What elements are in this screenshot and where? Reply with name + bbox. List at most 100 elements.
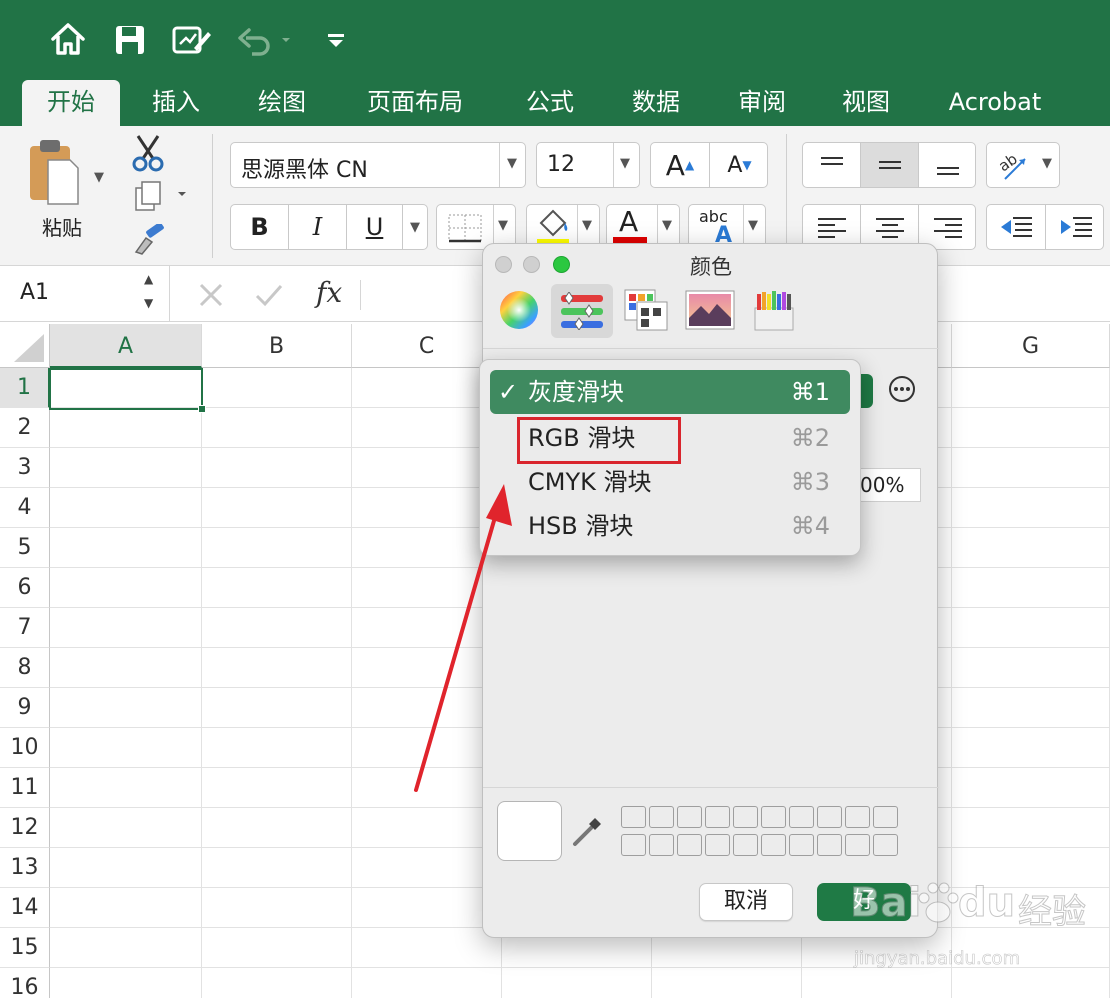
row-header[interactable]: 8 xyxy=(0,648,50,688)
brightness-percent-field[interactable]: 00% xyxy=(855,468,921,502)
row-header[interactable]: 4 xyxy=(0,488,50,528)
custom-color-swatch[interactable] xyxy=(677,806,702,828)
orientation-button[interactable]: ab ▼ xyxy=(986,142,1060,188)
tab-review[interactable]: 审阅 xyxy=(716,80,808,126)
italic-button[interactable]: I xyxy=(289,205,347,249)
font-size-select[interactable]: 12 ▼ xyxy=(536,142,640,188)
undo-icon[interactable] xyxy=(238,26,298,56)
row-header[interactable]: 10 xyxy=(0,728,50,768)
chevron-up-icon[interactable]: ▲ xyxy=(144,272,153,286)
custom-color-swatch[interactable] xyxy=(677,834,702,856)
custom-color-swatch[interactable] xyxy=(761,834,786,856)
custom-color-swatch[interactable] xyxy=(789,834,814,856)
paste-dropdown-icon[interactable]: ▼ xyxy=(94,170,104,185)
cancel-entry-icon[interactable] xyxy=(198,282,224,308)
custom-color-swatch[interactable] xyxy=(649,834,674,856)
tab-draw[interactable]: 绘图 xyxy=(236,80,328,126)
insert-function-icon[interactable]: fx xyxy=(316,276,342,309)
row-header[interactable]: 1 xyxy=(0,368,50,408)
paste-button[interactable]: ▼ 粘贴 xyxy=(26,136,106,240)
more-options-icon[interactable] xyxy=(887,374,917,404)
custom-color-swatch[interactable] xyxy=(817,834,842,856)
decrease-indent-button[interactable] xyxy=(987,205,1046,249)
tab-page-layout[interactable]: 页面布局 xyxy=(350,80,480,126)
decrease-font-label: A xyxy=(727,152,743,178)
font-name-select[interactable]: 思源黑体 CN ▼ xyxy=(230,142,526,188)
cut-icon[interactable] xyxy=(132,134,164,172)
row-header[interactable]: 5 xyxy=(0,528,50,568)
row-header[interactable]: 9 xyxy=(0,688,50,728)
custom-color-swatch[interactable] xyxy=(733,834,758,856)
tab-acrobat[interactable]: Acrobat xyxy=(932,80,1058,126)
edit-icon[interactable] xyxy=(172,24,212,56)
color-sliders-tab[interactable] xyxy=(551,284,613,338)
copy-icon[interactable] xyxy=(134,180,192,212)
name-box[interactable]: A1 ▲ ▼ xyxy=(0,266,170,322)
column-header[interactable]: C xyxy=(352,324,502,368)
increase-font-button[interactable]: A ▲ xyxy=(651,143,710,187)
row-header[interactable]: 6 xyxy=(0,568,50,608)
custom-color-swatch[interactable] xyxy=(705,834,730,856)
current-color-well[interactable] xyxy=(497,801,562,861)
custom-color-swatch[interactable] xyxy=(761,806,786,828)
triangle-down-icon: ▼ xyxy=(742,158,752,172)
custom-color-swatch[interactable] xyxy=(621,834,646,856)
custom-color-swatch[interactable] xyxy=(621,806,646,828)
select-all-corner[interactable] xyxy=(0,324,50,368)
tab-data[interactable]: 数据 xyxy=(610,80,702,126)
row-header[interactable]: 7 xyxy=(0,608,50,648)
column-header[interactable]: A xyxy=(50,324,202,368)
underline-dropdown[interactable]: ▼ xyxy=(403,205,427,249)
custom-color-swatch[interactable] xyxy=(873,834,898,856)
vertical-align-buttons xyxy=(802,142,976,188)
row-header[interactable]: 3 xyxy=(0,448,50,488)
custom-color-swatch[interactable] xyxy=(873,806,898,828)
color-palettes-icon[interactable] xyxy=(623,288,669,332)
tab-formulas[interactable]: 公式 xyxy=(504,80,596,126)
crayons-icon[interactable] xyxy=(753,288,795,332)
formula-divider xyxy=(360,280,361,310)
tab-view[interactable]: 视图 xyxy=(820,80,912,126)
increase-indent-button[interactable] xyxy=(1046,205,1105,249)
color-wheel-icon[interactable] xyxy=(499,290,539,330)
tab-home[interactable]: 开始 xyxy=(22,80,120,126)
cancel-button[interactable]: 取消 xyxy=(699,883,793,921)
menu-item-hsb[interactable]: HSB 滑块 ⌘4 xyxy=(490,504,850,548)
custom-color-swatch[interactable] xyxy=(845,806,870,828)
bold-button[interactable]: B xyxy=(231,205,289,249)
custom-color-swatch[interactable] xyxy=(705,806,730,828)
custom-color-swatch[interactable] xyxy=(817,806,842,828)
custom-color-swatch[interactable] xyxy=(649,806,674,828)
custom-color-swatch[interactable] xyxy=(733,806,758,828)
row-header[interactable]: 13 xyxy=(0,848,50,888)
row-header[interactable]: 12 xyxy=(0,808,50,848)
menu-item-grayscale[interactable]: ✓ 灰度滑块 ⌘1 xyxy=(490,370,850,414)
row-header[interactable]: 14 xyxy=(0,888,50,928)
align-bottom-button[interactable] xyxy=(919,143,977,187)
align-top-button[interactable] xyxy=(803,143,861,187)
underline-button[interactable]: U xyxy=(347,205,403,249)
decrease-font-button[interactable]: A ▼ xyxy=(710,143,769,187)
custom-color-swatch[interactable] xyxy=(845,834,870,856)
tab-insert[interactable]: 插入 xyxy=(130,80,222,126)
customize-icon[interactable] xyxy=(326,32,346,50)
row-header[interactable]: 16 xyxy=(0,968,50,998)
eyedropper-icon[interactable] xyxy=(571,814,605,848)
column-header[interactable]: B xyxy=(202,324,352,368)
format-painter-icon[interactable] xyxy=(132,224,166,256)
column-header[interactable]: G xyxy=(952,324,1110,368)
row-header[interactable]: 2 xyxy=(0,408,50,448)
confirm-entry-icon[interactable] xyxy=(254,282,284,308)
selected-cell-a1[interactable] xyxy=(49,368,203,410)
custom-color-swatch[interactable] xyxy=(789,806,814,828)
fill-handle[interactable] xyxy=(198,405,206,413)
watermark-brand-suffix: du xyxy=(957,880,1016,927)
chevron-down-icon[interactable]: ▼ xyxy=(144,296,153,310)
image-palette-icon[interactable] xyxy=(685,290,735,330)
row-header[interactable]: 11 xyxy=(0,768,50,808)
menu-item-cmyk[interactable]: CMYK 滑块 ⌘3 xyxy=(490,460,850,504)
save-icon[interactable] xyxy=(114,24,146,56)
home-icon[interactable] xyxy=(50,22,86,56)
align-middle-button[interactable] xyxy=(861,143,919,187)
row-header[interactable]: 15 xyxy=(0,928,50,968)
